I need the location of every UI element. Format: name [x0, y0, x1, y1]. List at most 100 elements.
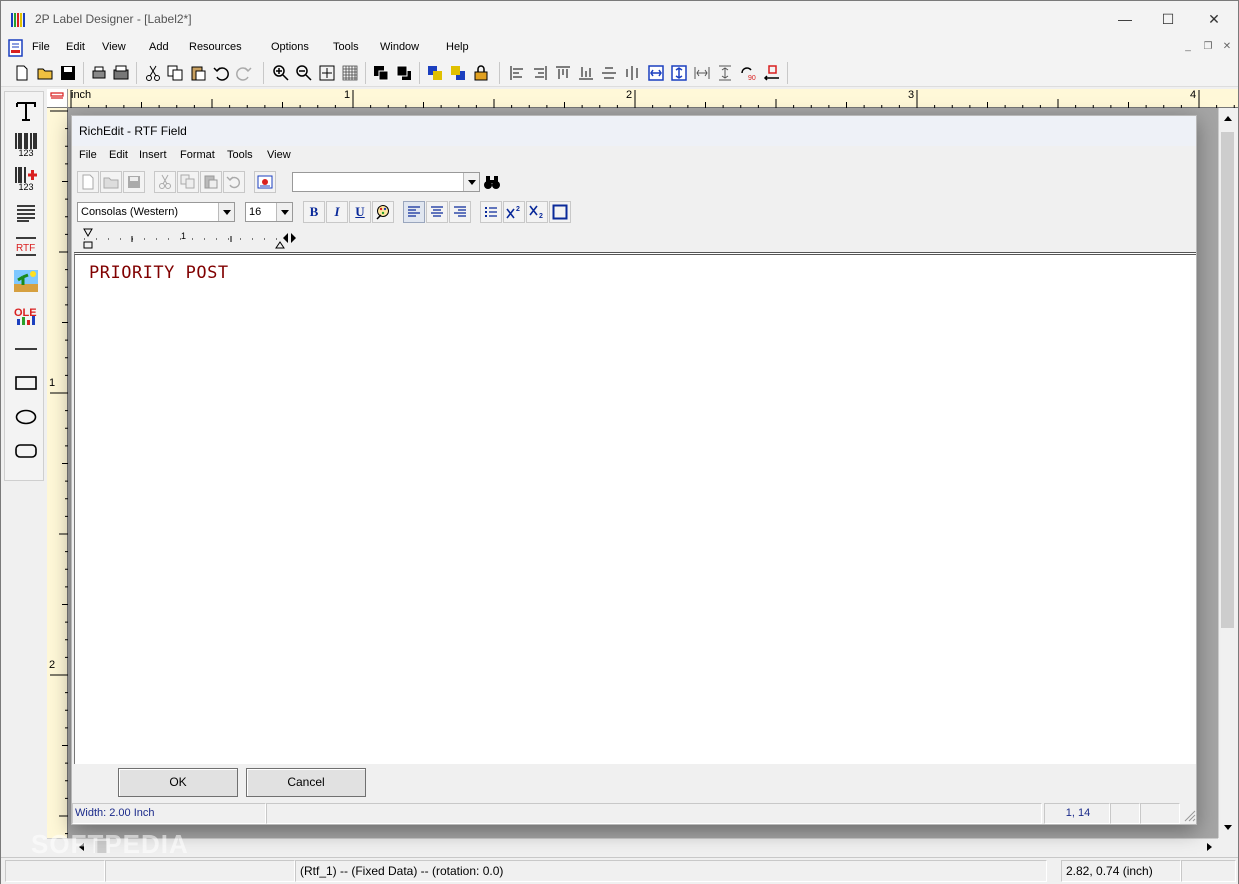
zoom-out-icon[interactable]: [295, 64, 313, 82]
rotate-icon[interactable]: 90: [739, 64, 757, 82]
center-horizontal-icon[interactable]: [623, 64, 641, 82]
dialog-search-combo[interactable]: [292, 172, 480, 192]
dialog-save-button[interactable]: [123, 171, 145, 193]
dialog-menu-format[interactable]: Format: [180, 149, 215, 161]
dialog-menu-edit[interactable]: Edit: [109, 149, 128, 161]
grid-icon[interactable]: [341, 64, 359, 82]
scroll-up-icon[interactable]: [1223, 114, 1233, 124]
group-icon[interactable]: [426, 64, 444, 82]
rectangle-tool-button[interactable]: [13, 370, 39, 396]
mdi-close-button[interactable]: ✕: [1218, 41, 1236, 52]
image-tool-button[interactable]: [13, 268, 39, 294]
menu-file[interactable]: File: [32, 41, 50, 53]
redo-icon[interactable]: [235, 64, 253, 82]
align-bottom-icon[interactable]: [577, 64, 595, 82]
zoom-fit-icon[interactable]: [318, 64, 336, 82]
dialog-open-button[interactable]: [100, 171, 122, 193]
rounded-rect-tool-button[interactable]: [13, 438, 39, 464]
new-file-icon[interactable]: [13, 64, 31, 82]
mdi-minimize-button[interactable]: _: [1179, 41, 1197, 52]
ok-button[interactable]: OK: [118, 768, 238, 797]
zoom-in-icon[interactable]: [272, 64, 290, 82]
align-left-button[interactable]: [403, 201, 425, 223]
menu-window[interactable]: Window: [380, 41, 419, 53]
close-button[interactable]: ✕: [1191, 1, 1237, 37]
font-size-combo[interactable]: 16: [245, 202, 293, 222]
dialog-menu-insert[interactable]: Insert: [139, 149, 167, 161]
maximize-button[interactable]: ☐: [1145, 1, 1191, 37]
rtf-tool-button[interactable]: RTF: [13, 234, 39, 260]
dialog-insert-object-button[interactable]: [254, 171, 276, 193]
print-preview-icon[interactable]: [112, 64, 130, 82]
size-dropdown-arrow[interactable]: [276, 203, 292, 221]
cut-icon[interactable]: [144, 64, 162, 82]
center-on-label-h-icon[interactable]: [647, 64, 665, 82]
align-top-icon[interactable]: [554, 64, 572, 82]
space-vertical-icon[interactable]: [716, 64, 734, 82]
bold-button[interactable]: B: [303, 201, 325, 223]
text-tool-button[interactable]: [13, 98, 39, 124]
center-vertical-icon[interactable]: [600, 64, 618, 82]
barcode-tool-button[interactable]: 123: [13, 132, 39, 158]
subscript-button[interactable]: 2: [526, 201, 548, 223]
dialog-paste-button[interactable]: [200, 171, 222, 193]
paste-icon[interactable]: [189, 64, 207, 82]
menu-add[interactable]: Add: [149, 41, 169, 53]
bring-to-front-icon[interactable]: [372, 64, 390, 82]
menu-options[interactable]: Options: [271, 41, 309, 53]
print-icon[interactable]: [90, 64, 108, 82]
vertical-scrollbar[interactable]: [1218, 108, 1236, 838]
paragraph-tool-button[interactable]: [13, 200, 39, 226]
undo-icon[interactable]: [212, 64, 230, 82]
dialog-menu-view[interactable]: View: [267, 149, 291, 161]
minimize-button[interactable]: —: [1102, 1, 1148, 37]
ellipse-tool-button[interactable]: [13, 404, 39, 430]
text-color-button[interactable]: [372, 201, 394, 223]
align-right-icon[interactable]: [531, 64, 549, 82]
ole-tool-button[interactable]: OLE: [13, 302, 39, 328]
menu-view[interactable]: View: [102, 41, 126, 53]
font-dropdown-arrow[interactable]: [218, 203, 234, 221]
bullets-button[interactable]: [480, 201, 502, 223]
resize-grip-icon[interactable]: [1182, 808, 1196, 822]
menu-help[interactable]: Help: [446, 41, 469, 53]
save-icon[interactable]: [59, 64, 77, 82]
underline-button[interactable]: U: [349, 201, 371, 223]
italic-button[interactable]: I: [326, 201, 348, 223]
send-to-back-icon[interactable]: [395, 64, 413, 82]
open-folder-icon[interactable]: [36, 64, 54, 82]
editor-content[interactable]: PRIORITY POST: [89, 263, 229, 283]
mdi-restore-button[interactable]: ❐: [1199, 41, 1217, 52]
dialog-menu-tools[interactable]: Tools: [227, 149, 253, 161]
dialog-find-button[interactable]: [481, 171, 503, 193]
rtf-editor[interactable]: PRIORITY POST: [74, 252, 1196, 764]
menu-resources[interactable]: Resources: [189, 41, 242, 53]
ruler-corner[interactable]: [47, 89, 68, 108]
font-name-combo[interactable]: Consolas (Western): [77, 202, 235, 222]
dialog-cut-button[interactable]: [154, 171, 176, 193]
search-dropdown-arrow[interactable]: [463, 173, 479, 191]
barcode-data-tool-button[interactable]: 123: [13, 166, 39, 192]
dialog-copy-button[interactable]: [177, 171, 199, 193]
ungroup-icon[interactable]: [449, 64, 467, 82]
line-tool-button[interactable]: [13, 336, 39, 362]
dialog-new-button[interactable]: [77, 171, 99, 193]
menu-edit[interactable]: Edit: [66, 41, 85, 53]
scroll-right-icon[interactable]: [1204, 842, 1214, 852]
copy-icon[interactable]: [166, 64, 184, 82]
paragraph-ruler[interactable]: 1: [82, 228, 302, 250]
border-button[interactable]: [549, 201, 571, 223]
dialog-undo-button[interactable]: [223, 171, 245, 193]
dialog-menu-file[interactable]: File: [79, 149, 97, 161]
align-center-button[interactable]: [426, 201, 448, 223]
superscript-button[interactable]: 2: [503, 201, 525, 223]
horizontal-scrollbar[interactable]: [47, 838, 1218, 855]
menu-tools[interactable]: Tools: [333, 41, 359, 53]
lock-icon[interactable]: [472, 64, 490, 82]
center-on-label-v-icon[interactable]: [670, 64, 688, 82]
mirror-icon[interactable]: [763, 64, 781, 82]
align-right-button[interactable]: [449, 201, 471, 223]
align-left-icon[interactable]: [508, 64, 526, 82]
space-horizontal-icon[interactable]: [693, 64, 711, 82]
cancel-button[interactable]: Cancel: [246, 768, 366, 797]
